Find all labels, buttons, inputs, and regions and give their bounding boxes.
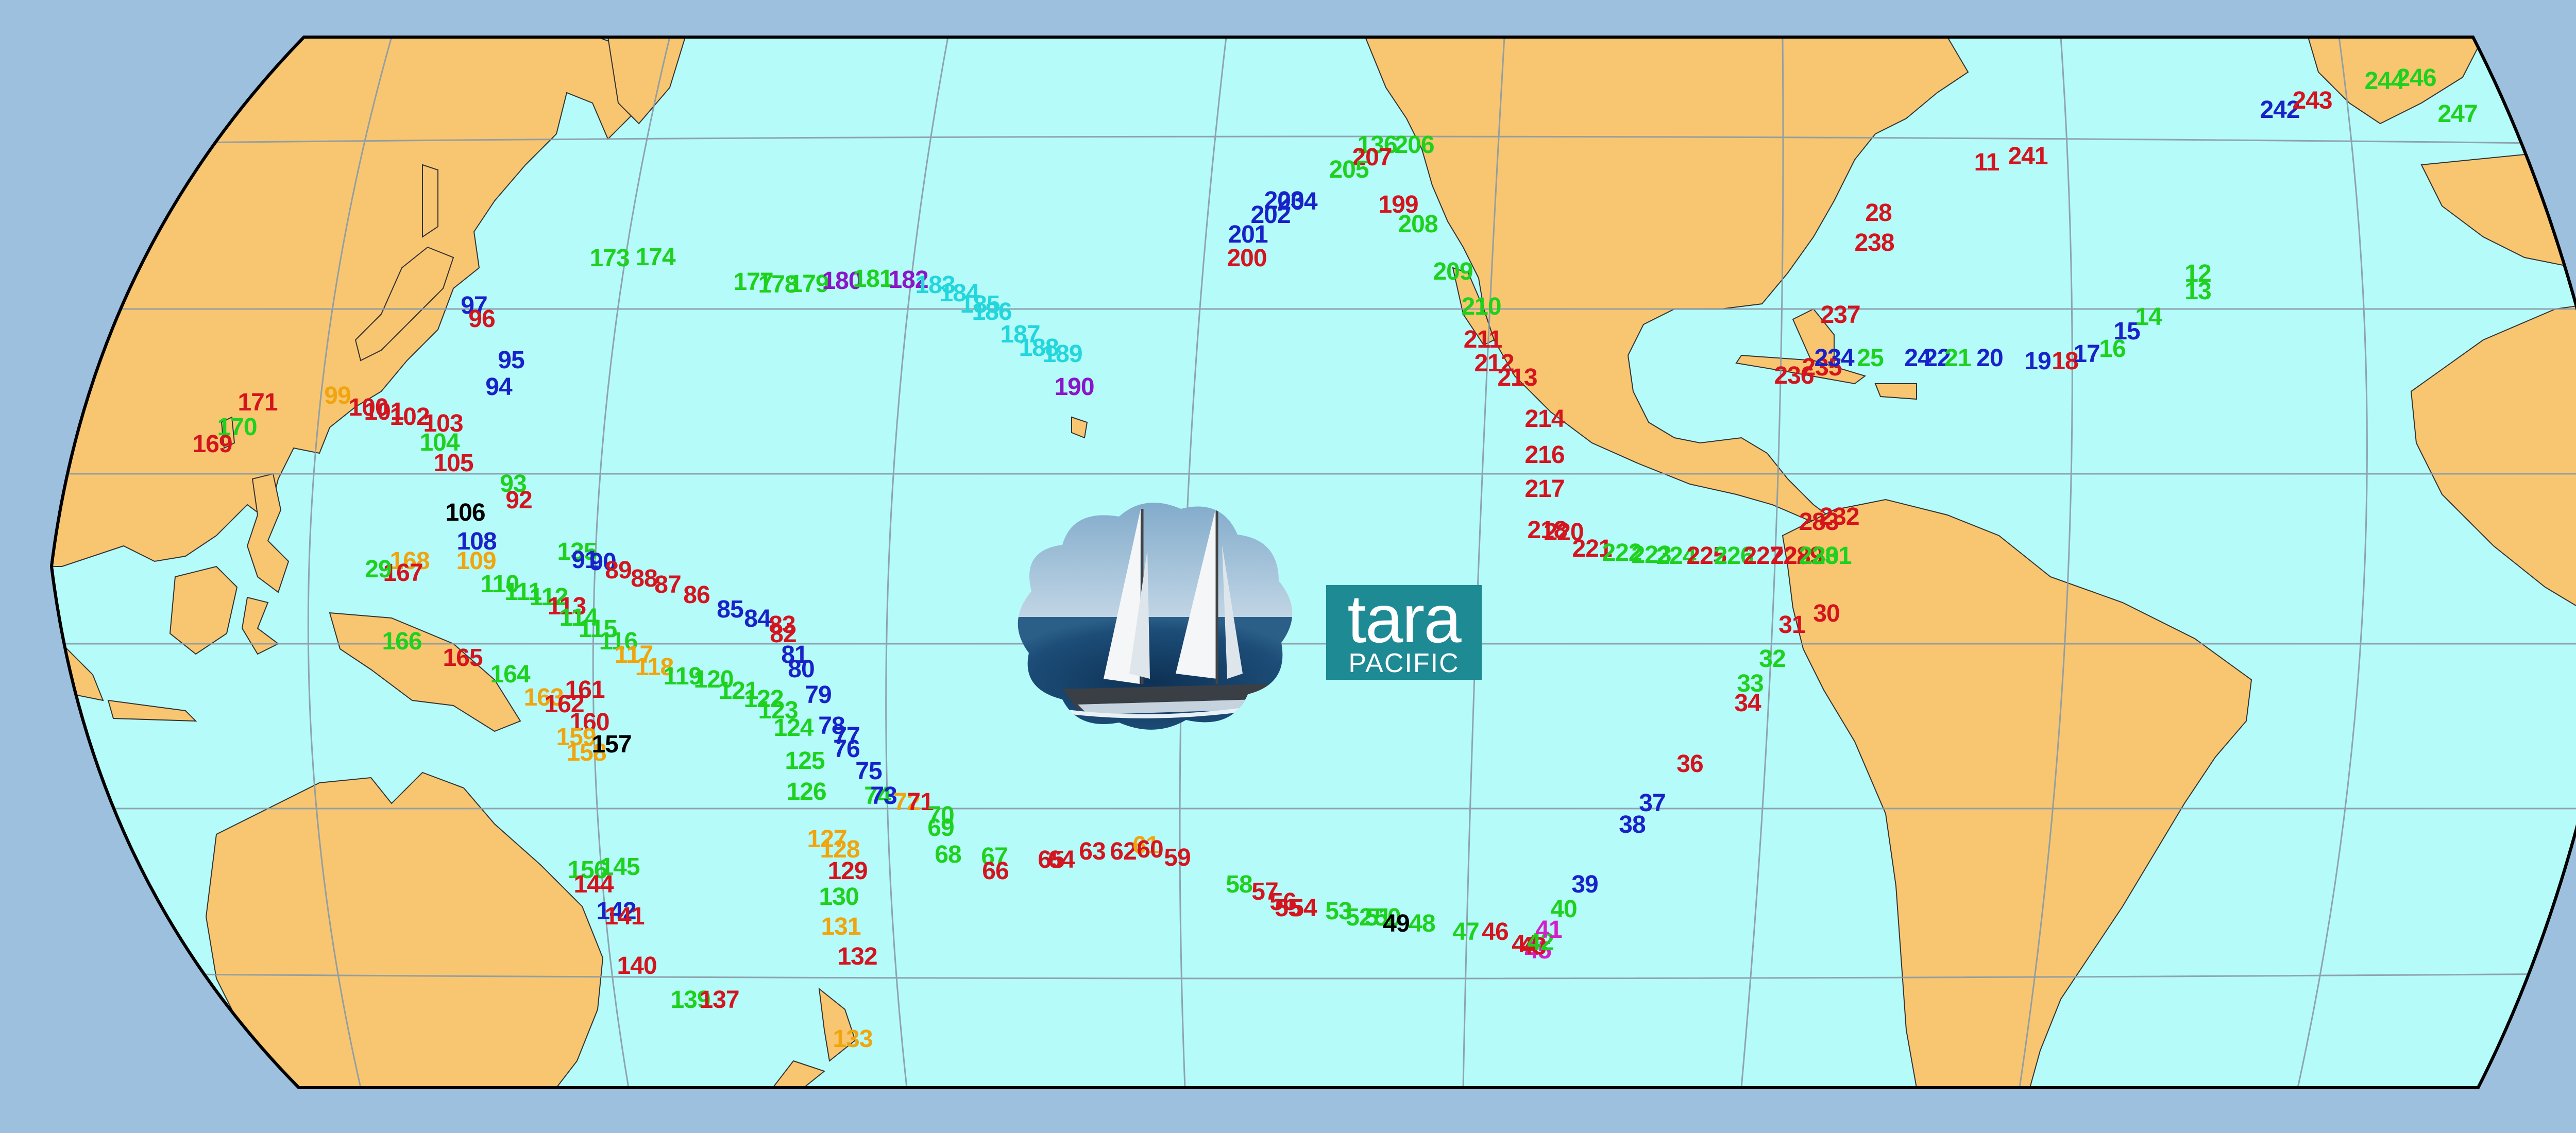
station-label[interactable]: 206 <box>1394 133 1434 158</box>
station-label[interactable]: 137 <box>699 988 739 1012</box>
station-label[interactable]: 174 <box>635 245 675 270</box>
station-label[interactable]: 20 <box>1976 346 2003 371</box>
station-label[interactable]: 125 <box>785 749 825 774</box>
station-label[interactable]: 166 <box>382 629 422 654</box>
station-label[interactable]: 64 <box>1048 848 1075 872</box>
station-labels: 97 96 95 94 173 174 177 178 179 180 181 … <box>0 0 2576 1133</box>
station-label[interactable]: 105 <box>433 451 473 476</box>
station-label[interactable]: 80 <box>788 657 815 682</box>
station-label[interactable]: 238 <box>1854 231 1894 255</box>
station-label[interactable]: 126 <box>786 780 826 804</box>
tara-pacific-expedition-map: tara PACIFIC 97 96 95 94 173 174 177 178… <box>0 0 2576 1133</box>
station-label[interactable]: 17 <box>2073 342 2100 367</box>
station-label[interactable]: 25 <box>1857 346 1884 371</box>
station-label[interactable]: 37 <box>1639 791 1666 816</box>
station-label[interactable]: 92 <box>505 488 532 513</box>
station-label[interactable]: 205 <box>1329 158 1369 182</box>
station-label[interactable]: 58 <box>1226 872 1252 897</box>
station-label[interactable]: 31 <box>1778 613 1805 638</box>
station-label[interactable]: 32 <box>1759 647 1786 672</box>
station-label[interactable]: 66 <box>982 859 1009 884</box>
station-label[interactable]: 109 <box>456 549 496 574</box>
station-label[interactable]: 87 <box>654 573 681 597</box>
station-label[interactable]: 190 <box>1054 375 1094 400</box>
station-label[interactable]: 129 <box>827 859 868 884</box>
station-label[interactable]: 211 <box>1464 328 1502 352</box>
station-label[interactable]: 165 <box>443 646 483 671</box>
station-label[interactable]: 28 <box>1865 201 1892 226</box>
station-label[interactable]: 46 <box>1482 920 1509 945</box>
station-label[interactable]: 75 <box>855 759 882 784</box>
station-label[interactable]: 48 <box>1409 912 1435 936</box>
station-label[interactable]: 85 <box>717 597 743 622</box>
station-label[interactable]: 60 <box>1137 837 1163 862</box>
station-label[interactable]: 106 <box>445 501 485 525</box>
station-label[interactable]: 88 <box>631 566 657 591</box>
station-label[interactable]: 63 <box>1079 839 1106 864</box>
station-label[interactable]: 21 <box>1944 346 1971 371</box>
station-label[interactable]: 19 <box>2024 349 2051 374</box>
station-label[interactable]: 169 <box>192 432 232 457</box>
station-label[interactable]: 130 <box>819 885 859 909</box>
station-label[interactable]: 241 <box>2008 144 2048 169</box>
station-label[interactable]: 237 <box>1820 303 1860 328</box>
station-label[interactable]: 171 <box>238 390 278 415</box>
station-label[interactable]: 49 <box>1383 912 1410 936</box>
station-label[interactable]: 208 <box>1398 212 1438 237</box>
station-label[interactable]: 201 <box>1228 222 1268 247</box>
station-label[interactable]: 29 <box>365 557 392 582</box>
station-label[interactable]: 144 <box>573 872 614 897</box>
station-label[interactable]: 59 <box>1164 846 1191 870</box>
station-label[interactable]: 39 <box>1571 872 1598 897</box>
station-label[interactable]: 36 <box>1676 752 1703 777</box>
station-label[interactable]: 86 <box>683 583 710 608</box>
station-label[interactable]: 89 <box>605 558 632 583</box>
station-label[interactable]: 213 <box>1497 366 1537 390</box>
station-label[interactable]: 216 <box>1524 443 1565 468</box>
station-label[interactable]: 173 <box>589 246 630 271</box>
station-label[interactable]: 189 <box>1042 342 1082 367</box>
station-label[interactable]: 247 <box>2437 102 2478 127</box>
station-label[interactable]: 12 <box>2184 262 2211 286</box>
station-label[interactable]: 231 <box>1811 544 1852 569</box>
station-label[interactable]: 157 <box>591 732 632 757</box>
station-label[interactable]: 246 <box>2396 66 2436 91</box>
station-label[interactable]: 141 <box>604 904 645 929</box>
station-label[interactable]: 69 <box>927 816 954 840</box>
station-label[interactable]: 132 <box>837 945 877 969</box>
station-label[interactable]: 217 <box>1524 477 1565 502</box>
station-label[interactable]: 243 <box>2292 89 2332 113</box>
station-label[interactable]: 164 <box>490 662 530 687</box>
station-label[interactable]: 209 <box>1433 260 1473 284</box>
station-label[interactable]: 84 <box>744 607 771 631</box>
station-label[interactable]: 133 <box>833 1027 873 1052</box>
station-label[interactable]: 68 <box>935 843 961 867</box>
station-label[interactable]: 73 <box>870 784 897 809</box>
station-label[interactable]: 14 <box>2135 305 2162 330</box>
station-label[interactable]: 99 <box>324 384 351 408</box>
station-label[interactable]: 33 <box>1737 672 1764 696</box>
station-label[interactable]: 30 <box>1813 602 1840 626</box>
station-label[interactable]: 94 <box>485 375 512 400</box>
station-label[interactable]: 79 <box>805 683 832 708</box>
station-label[interactable]: 54 <box>1290 896 1317 921</box>
station-label[interactable]: 95 <box>498 348 524 373</box>
station-label[interactable]: 40 <box>1550 897 1577 922</box>
station-label[interactable]: 140 <box>617 954 657 978</box>
station-label[interactable]: 234 <box>1814 346 1854 371</box>
station-label[interactable]: 200 <box>1227 246 1267 271</box>
station-label[interactable]: 161 <box>565 678 605 702</box>
station-label[interactable]: 210 <box>1461 295 1501 319</box>
station-label[interactable]: 181 <box>853 267 893 291</box>
station-label[interactable]: 131 <box>821 915 861 939</box>
station-label[interactable]: 11 <box>1974 150 2000 175</box>
station-label[interactable]: 214 <box>1524 407 1565 432</box>
station-label[interactable]: 96 <box>468 307 495 332</box>
station-label[interactable]: 47 <box>1452 920 1479 945</box>
station-label[interactable]: 124 <box>773 716 814 741</box>
station-label[interactable]: 283 <box>1799 510 1839 535</box>
